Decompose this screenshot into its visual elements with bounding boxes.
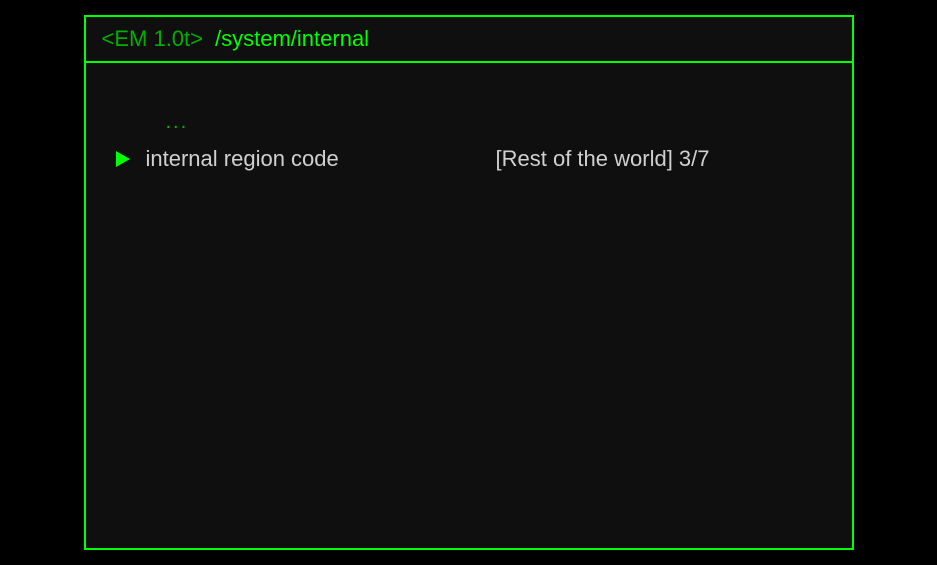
- cursor-arrow-icon: [116, 151, 130, 167]
- menu-item-region-code[interactable]: internal region code [Rest of the world]…: [146, 146, 832, 172]
- parent-menu-link[interactable]: ...: [146, 111, 832, 134]
- title-prefix: <EM 1.0t>: [102, 26, 204, 52]
- title-bar: <EM 1.0t> /system/internal: [86, 17, 852, 63]
- menu-item-value: [Rest of the world] 3/7: [496, 146, 710, 172]
- terminal-frame: <EM 1.0t> /system/internal ... internal …: [84, 15, 854, 550]
- menu-item-label: internal region code: [146, 146, 496, 172]
- title-path: /system/internal: [215, 26, 369, 52]
- menu-content: ... internal region code [Rest of the wo…: [86, 63, 852, 548]
